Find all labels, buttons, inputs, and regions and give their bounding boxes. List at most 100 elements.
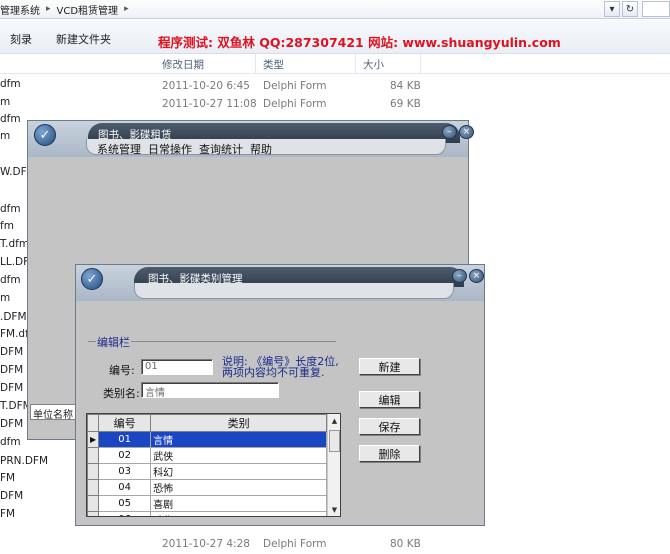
menu-system[interactable]: 系统管理: [97, 141, 141, 157]
command-bar: 刻录 新建文件夹 程序测试: 双鱼林 QQ:287307421 网站: www.…: [0, 20, 670, 54]
minimize-icon[interactable]: –: [442, 125, 457, 139]
code-input[interactable]: 01: [141, 359, 213, 375]
column-type[interactable]: 类型: [263, 57, 284, 72]
column-divider[interactable]: [255, 54, 256, 74]
row-indicator-icon: [87, 463, 100, 480]
grid-cell-name[interactable]: 武侠: [150, 447, 327, 464]
breadcrumb-separator-icon[interactable]: ▸: [124, 4, 129, 14]
hint-line-2: 两项内容均不可重复.: [222, 366, 325, 379]
breadcrumb: 管理系统 ▸ VCD租赁管理 ▸: [0, 2, 129, 17]
grid-row[interactable]: 04 恐怖: [87, 479, 327, 496]
code-label: 编号:: [109, 364, 135, 377]
search-input[interactable]: [642, 1, 670, 17]
column-date[interactable]: 修改日期: [162, 57, 204, 72]
file-type: Delphi Form: [263, 538, 327, 550]
file-name-fragment[interactable]: PRN.DFM: [0, 455, 48, 467]
grid-cell-code[interactable]: 06: [98, 511, 152, 516]
file-name-fragment[interactable]: dfm: [0, 436, 21, 448]
file-name-fragment[interactable]: DFM: [0, 346, 23, 358]
grid-corner: [87, 414, 100, 432]
grid-cell-name[interactable]: 科幻: [150, 463, 327, 480]
menu-help[interactable]: 帮助: [250, 141, 272, 157]
file-name-fragment[interactable]: DFM: [0, 490, 23, 502]
grid-cell-name[interactable]: 言情: [150, 431, 327, 448]
row-indicator-icon: ▶: [87, 431, 100, 448]
file-name-fragment[interactable]: FM: [0, 508, 15, 520]
file-name-fragment[interactable]: dfm: [0, 113, 21, 125]
checkmark-icon[interactable]: ✓: [81, 268, 103, 290]
grid-row[interactable]: 05 喜剧: [87, 495, 327, 512]
file-name-fragment[interactable]: dfm: [0, 203, 21, 215]
file-name-fragment[interactable]: m: [0, 292, 10, 304]
grid-row[interactable]: ▶ 01 言情: [87, 431, 327, 448]
delete-button[interactable]: 删除: [359, 445, 420, 462]
column-divider[interactable]: [420, 54, 421, 74]
grid-row[interactable]: 02 武侠: [87, 447, 327, 464]
grid-cell-code[interactable]: 03: [98, 463, 152, 480]
refresh-icon[interactable]: ↻: [622, 1, 638, 17]
file-name-fragment[interactable]: .DFM: [0, 311, 27, 323]
test-banner: 程序测试: 双鱼林 QQ:287307421 网站: www.shuangyul…: [158, 35, 561, 50]
close-icon[interactable]: ×: [469, 269, 484, 283]
status-field: 单位名称: [30, 404, 78, 420]
file-name-fragment[interactable]: DFM: [0, 382, 23, 394]
save-button[interactable]: 保存: [359, 418, 420, 435]
column-size[interactable]: 大小: [363, 57, 384, 72]
edit-button[interactable]: 编辑: [359, 391, 420, 408]
name-label: 类别名:: [103, 387, 140, 400]
grid-row[interactable]: 06动作: [87, 511, 327, 516]
checkmark-icon[interactable]: ✓: [34, 124, 56, 146]
category-grid[interactable]: 编号 类别 ▶01言情02武侠03科幻04恐怖05喜剧06动作 ▲ ▼: [86, 413, 341, 517]
grid-row[interactable]: 03 科幻: [87, 463, 327, 480]
grid-cell-code[interactable]: 01: [98, 431, 152, 448]
file-row[interactable]: 2011-10-27 11:08 Delphi Form 69 KB: [0, 96, 670, 114]
grid-cell-name[interactable]: 动作: [150, 511, 327, 516]
menu-daily[interactable]: 日常操作: [148, 141, 192, 157]
file-size: 80 KB: [390, 538, 421, 550]
grid-header-code[interactable]: 编号: [98, 414, 152, 432]
file-type: Delphi Form: [263, 80, 327, 92]
grid-cell-name[interactable]: 喜剧: [150, 495, 327, 512]
file-name-fragment[interactable]: DFM: [0, 364, 23, 376]
close-icon[interactable]: ×: [459, 125, 474, 139]
menu-query[interactable]: 查询统计: [199, 141, 243, 157]
grid-cell-code[interactable]: 02: [98, 447, 152, 464]
dialog-tab: [134, 283, 454, 299]
row-indicator-icon: [87, 511, 100, 516]
address-bar[interactable]: 管理系统 ▸ VCD租赁管理 ▸ ▾ ↻: [0, 0, 670, 19]
breadcrumb-item[interactable]: VCD租赁管理: [57, 2, 119, 17]
file-name-fragment[interactable]: dfm: [0, 274, 21, 286]
grid-scrollbar[interactable]: ▲ ▼: [327, 414, 340, 516]
scroll-up-icon[interactable]: ▲: [328, 414, 340, 427]
row-indicator-icon: [87, 479, 100, 496]
file-name-fragment[interactable]: DFM: [0, 418, 23, 430]
grid-cell-code[interactable]: 04: [98, 479, 152, 496]
file-name-fragment[interactable]: m: [0, 130, 10, 142]
breadcrumb-item[interactable]: 管理系统: [0, 2, 40, 17]
column-header: 修改日期 类型 大小: [0, 54, 670, 74]
dropdown-icon[interactable]: ▾: [604, 1, 620, 17]
file-row[interactable]: 2011-10-20 6:45 Delphi Form 84 KB: [0, 78, 670, 96]
grid-cell-code[interactable]: 05: [98, 495, 152, 512]
column-divider[interactable]: [355, 54, 356, 74]
scroll-down-icon[interactable]: ▼: [328, 503, 340, 516]
burn-button[interactable]: 刻录: [10, 31, 32, 47]
file-date: 2011-10-20 6:45: [162, 80, 250, 92]
grid-header-name[interactable]: 类别: [150, 414, 327, 432]
file-row[interactable]: 2011-10-27 4:28 Delphi Form 80 KB: [0, 536, 670, 554]
file-name-fragment[interactable]: T.dfm: [0, 238, 29, 250]
new-folder-button[interactable]: 新建文件夹: [56, 31, 111, 47]
minimize-icon[interactable]: –: [452, 269, 467, 283]
grid-cell-name[interactable]: 恐怖: [150, 479, 327, 496]
file-size: 84 KB: [390, 80, 421, 92]
file-type: Delphi Form: [263, 98, 327, 110]
category-dialog: 图书、影碟类别管理 ✓ – × 编辑栏 编号: 01 类别名: 言情 说明: 《…: [75, 264, 485, 526]
file-name-fragment[interactable]: fm: [0, 220, 14, 232]
file-size: 69 KB: [390, 98, 421, 110]
name-input[interactable]: 言情: [141, 382, 279, 398]
file-name-fragment[interactable]: FM: [0, 472, 15, 484]
new-button[interactable]: 新建: [359, 358, 420, 375]
breadcrumb-separator-icon[interactable]: ▸: [46, 4, 51, 14]
scroll-thumb[interactable]: [329, 430, 340, 452]
row-indicator-icon: [87, 495, 100, 512]
